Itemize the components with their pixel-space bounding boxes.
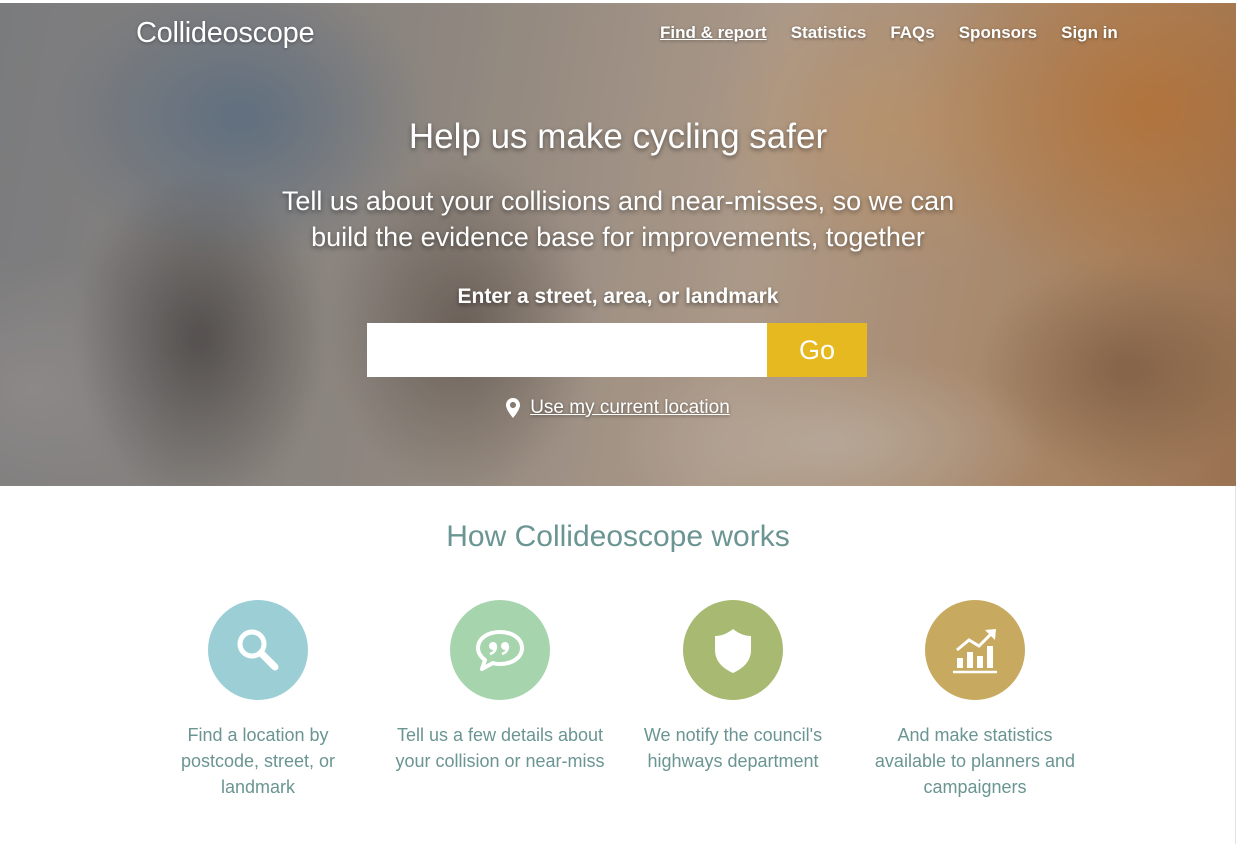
hero-subtitle: Tell us about your collisions and near-m… (281, 186, 955, 252)
step-icon-circle (925, 600, 1025, 700)
step-caption: Find a location by postcode, street, or … (180, 725, 336, 797)
step-icon-circle (683, 600, 783, 700)
how-it-works-title: How Collideoscope works (446, 520, 790, 553)
location-search-input[interactable] (367, 323, 767, 377)
search-icon (237, 629, 279, 671)
search-label: Enter a street, area, or landmark (457, 285, 779, 308)
speech-quote-icon (476, 630, 524, 671)
nav-find-report[interactable]: Find & report (660, 23, 767, 43)
step-icon-circle (450, 600, 550, 700)
step-statistics: And make statistics available to planner… (865, 600, 1085, 800)
step-tell-details: Tell us a few details about your collisi… (390, 600, 610, 774)
nav-faqs[interactable]: FAQs (890, 23, 934, 43)
nav-statistics[interactable]: Statistics (791, 23, 867, 43)
step-caption: Tell us a few details about your collisi… (395, 725, 605, 771)
step-caption: We notify the council's highways departm… (643, 725, 823, 771)
map-pin-icon (506, 398, 521, 418)
shield-icon (715, 629, 751, 673)
use-current-location-link[interactable]: Use my current location (0, 397, 1236, 419)
step-find-location: Find a location by postcode, street, or … (148, 600, 368, 800)
site-logo[interactable]: Collideoscope (136, 17, 315, 50)
go-button[interactable]: Go (767, 323, 867, 377)
hero-banner: Collideoscope Find & report Statistics F… (0, 0, 1236, 486)
nav-sponsors[interactable]: Sponsors (959, 23, 1037, 43)
step-icon-circle (208, 600, 308, 700)
step-notify-council: We notify the council's highways departm… (623, 600, 843, 774)
current-location-label[interactable]: Use my current location (530, 397, 730, 419)
how-it-works-steps: Find a location by postcode, street, or … (0, 600, 1236, 840)
step-caption: And make statistics available to planner… (874, 725, 1076, 797)
main-nav: Find & report Statistics FAQs Sponsors S… (660, 23, 1118, 43)
nav-sign-in[interactable]: Sign in (1061, 23, 1118, 43)
hero-title: Help us make cycling safer (408, 117, 828, 156)
chart-trend-icon (953, 629, 997, 674)
